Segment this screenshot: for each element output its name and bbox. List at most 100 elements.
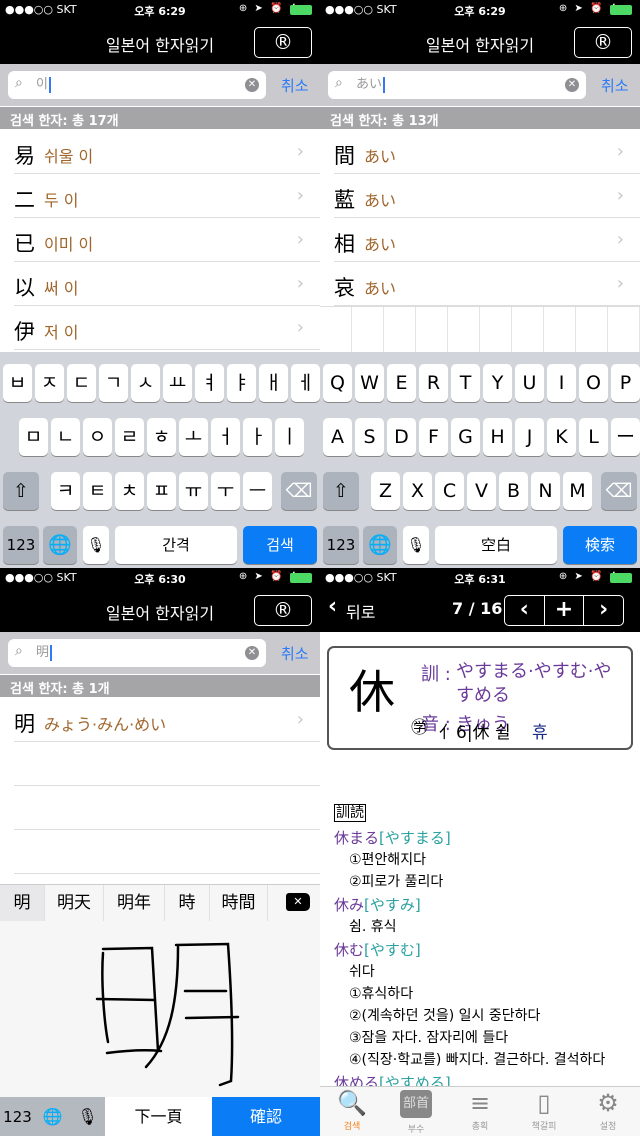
- backspace-key[interactable]: ⌫: [281, 472, 317, 510]
- search-key[interactable]: 검색: [243, 526, 317, 564]
- prev-button[interactable]: ‹: [505, 596, 545, 625]
- random-button[interactable]: ®: [254, 27, 312, 58]
- key[interactable]: ㄹ: [115, 418, 144, 456]
- chevron-left-icon[interactable]: ‹: [328, 594, 337, 619]
- list-item[interactable]: 相あい ›: [320, 218, 640, 262]
- candidate[interactable]: 明天: [45, 885, 104, 921]
- key[interactable]: ㅍ: [147, 472, 176, 510]
- search-input[interactable]: ⌕ 이 ✕: [8, 71, 266, 99]
- key[interactable]: G: [451, 418, 480, 456]
- key[interactable]: B: [499, 472, 528, 510]
- shift-key[interactable]: ⇧: [323, 472, 359, 510]
- candidate[interactable]: 時間: [210, 885, 268, 921]
- clear-icon[interactable]: ✕: [245, 78, 259, 92]
- key[interactable]: ㅛ: [163, 364, 192, 402]
- key[interactable]: ㅊ: [115, 472, 144, 510]
- tab-gear[interactable]: ⚙ 설정: [576, 1087, 640, 1136]
- key[interactable]: ㅅ: [131, 364, 160, 402]
- key[interactable]: ㄱ: [99, 364, 128, 402]
- numbers-key[interactable]: 123: [323, 526, 359, 564]
- clear-icon[interactable]: ✕: [245, 646, 259, 660]
- back-button[interactable]: 뒤로: [346, 599, 375, 623]
- list-item[interactable]: 藍あい ›: [320, 174, 640, 218]
- cancel-button[interactable]: 취소: [281, 643, 309, 664]
- key[interactable]: I: [547, 364, 576, 402]
- key[interactable]: ㅐ: [259, 364, 288, 402]
- key[interactable]: Z: [371, 472, 400, 510]
- key[interactable]: ㅂ: [3, 364, 32, 402]
- search-value[interactable]: 明: [36, 645, 53, 661]
- key[interactable]: ㅇ: [83, 418, 112, 456]
- key[interactable]: Q: [323, 364, 352, 402]
- shift-key[interactable]: ⇧: [3, 472, 39, 510]
- list-item[interactable]: 明みょう·みん·めい ›: [0, 698, 320, 742]
- key[interactable]: ㅈ: [35, 364, 64, 402]
- key[interactable]: C: [435, 472, 464, 510]
- key[interactable]: ㅠ: [179, 472, 208, 510]
- key[interactable]: ㄷ: [67, 364, 96, 402]
- key[interactable]: ㅎ: [147, 418, 176, 456]
- globe-icon[interactable]: 🌐: [43, 526, 77, 564]
- key[interactable]: Y: [483, 364, 512, 402]
- key[interactable]: ㅡ: [243, 472, 272, 510]
- key[interactable]: S: [355, 418, 384, 456]
- list-item[interactable]: 二 두 이 ›: [0, 174, 320, 218]
- globe-icon[interactable]: 🌐: [35, 1097, 70, 1136]
- list-item[interactable]: 以 써 이 ›: [0, 262, 320, 306]
- search-key[interactable]: 検索: [563, 526, 637, 564]
- drawing-pad[interactable]: [0, 921, 320, 1097]
- key[interactable]: O: [579, 364, 608, 402]
- key[interactable]: ㅌ: [83, 472, 112, 510]
- search-input[interactable]: ⌕ 明 ✕: [8, 639, 266, 667]
- confirm-button[interactable]: 確認: [212, 1097, 320, 1136]
- key[interactable]: ㅓ: [211, 418, 240, 456]
- key[interactable]: ㅣ: [275, 418, 304, 456]
- key[interactable]: ㅁ: [19, 418, 48, 456]
- key[interactable]: H: [483, 418, 512, 456]
- tab-search[interactable]: 🔍 검색: [320, 1087, 384, 1136]
- list-item[interactable]: 哀あい ›: [320, 262, 640, 306]
- key[interactable]: D: [387, 418, 416, 456]
- search-value[interactable]: 이: [36, 77, 51, 93]
- search-input[interactable]: ⌕ あい ✕: [328, 71, 586, 99]
- space-key[interactable]: 空白: [435, 526, 557, 564]
- list-item[interactable]: 伊 저 이 ›: [0, 306, 320, 350]
- search-value[interactable]: あい: [356, 77, 386, 93]
- key[interactable]: J: [515, 418, 544, 456]
- add-bookmark-button[interactable]: +: [545, 596, 585, 625]
- cancel-button[interactable]: 취소: [601, 75, 629, 96]
- key[interactable]: V: [467, 472, 496, 510]
- key[interactable]: N: [531, 472, 560, 510]
- globe-icon[interactable]: 🌐: [363, 526, 397, 564]
- key[interactable]: K: [547, 418, 576, 456]
- list-item[interactable]: 已 이미 이 ›: [0, 218, 320, 262]
- microphone-icon[interactable]: 🎙: [70, 1097, 105, 1136]
- key[interactable]: M: [563, 472, 592, 510]
- next-button[interactable]: ›: [584, 596, 623, 625]
- key[interactable]: U: [515, 364, 544, 402]
- key[interactable]: ㅕ: [195, 364, 224, 402]
- candidate[interactable]: 明: [0, 885, 45, 921]
- delete-icon[interactable]: ✕: [286, 893, 310, 911]
- microphone-icon[interactable]: 🎙: [403, 526, 429, 564]
- key[interactable]: ㅏ: [243, 418, 272, 456]
- candidate[interactable]: 時: [165, 885, 210, 921]
- numbers-key[interactable]: 123: [0, 1097, 35, 1136]
- key[interactable]: ㅔ: [291, 364, 320, 402]
- candidate[interactable]: 明年: [104, 885, 165, 921]
- next-page-button[interactable]: 下一頁: [105, 1097, 212, 1136]
- space-key[interactable]: 간격: [115, 526, 237, 564]
- key[interactable]: ㅜ: [211, 472, 240, 510]
- key[interactable]: F: [419, 418, 448, 456]
- backspace-key[interactable]: ⌫: [601, 472, 637, 510]
- numbers-key[interactable]: 123: [3, 526, 39, 564]
- key[interactable]: P: [611, 364, 640, 402]
- key[interactable]: R: [419, 364, 448, 402]
- key[interactable]: E: [387, 364, 416, 402]
- random-button[interactable]: ®: [254, 595, 312, 626]
- cancel-button[interactable]: 취소: [281, 75, 309, 96]
- key[interactable]: ㅋ: [51, 472, 80, 510]
- key[interactable]: ㄴ: [51, 418, 80, 456]
- key[interactable]: W: [355, 364, 384, 402]
- clear-icon[interactable]: ✕: [565, 78, 579, 92]
